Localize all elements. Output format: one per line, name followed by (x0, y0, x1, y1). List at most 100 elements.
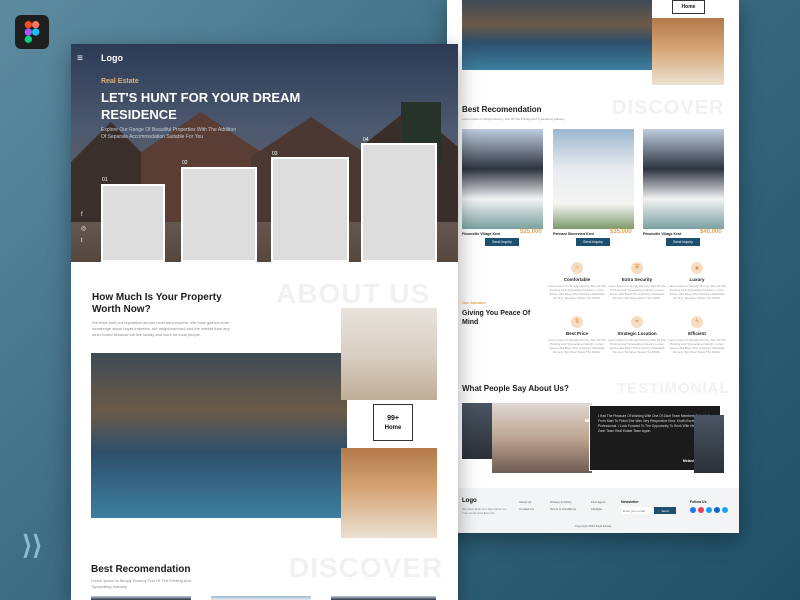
card-number-1: 01 (102, 177, 108, 183)
property-card-name-2: Pennant Stoneview Kent (553, 232, 594, 236)
feature-desc: Lorem Ipsum Is Simply Dummy Text Of The … (668, 284, 726, 300)
send-inquiry-button-2[interactable]: Send Inquiry (576, 238, 610, 246)
feature-title: Best Price (565, 331, 588, 336)
feature-strategic-location: ⌖ Strategic Location Lorem Ipsum Is Simp… (607, 316, 667, 354)
property-card-price-2: $35,000 (610, 229, 632, 235)
page-back: Home DISCOVER Best Recomendation Lorem I… (447, 0, 739, 533)
recommend-card-image-3[interactable] (331, 596, 436, 600)
copyright: Copyright 2022 Real Estate (574, 524, 612, 528)
send-inquiry-button-3[interactable]: Send Inquiry (666, 238, 700, 246)
testimonial-title: What People Say About Us? (462, 384, 569, 393)
about-living-room-image (341, 308, 437, 400)
discover-ghost-text: DISCOVER (289, 552, 444, 583)
hero-card-2[interactable] (181, 167, 257, 262)
follow-us-label: Follow Us (690, 500, 707, 504)
feature-title: Efficient (688, 331, 706, 336)
home-stat-label: Home (681, 4, 696, 10)
home-count-value: 99+ (387, 414, 399, 422)
hero-eyebrow: Real Estate (101, 78, 139, 85)
discover-ghost-text: DISCOVER (612, 97, 725, 119)
feature-best-price: $ Best Price Lorem Ipsum Is Simply Dummy… (547, 316, 607, 354)
recommend-card-image-1[interactable] (91, 596, 191, 600)
menu-icon[interactable]: ≡ (77, 53, 83, 64)
hero-subtitle: Explore Our Range Of Beautiful Propertie… (101, 127, 236, 140)
tag-icon: $ (571, 316, 583, 328)
feature-desc: Lorem Ipsum Is Simply Dummy Text Of The … (608, 338, 666, 354)
feature-title: Extra Security (621, 277, 653, 282)
facebook-icon[interactable] (690, 507, 696, 513)
dining-image (652, 18, 724, 85)
hero-card-4[interactable] (361, 143, 437, 262)
feature-title: Comfortable (563, 277, 591, 282)
feature-extra-security: ⛨ Extra Security Lorem Ipsum Is Simply D… (607, 262, 667, 300)
newsletter-send-button[interactable]: Send (654, 507, 676, 514)
hero-title: LET'S HUNT FOR YOUR DREAM RESIDENCE (101, 90, 301, 122)
logo[interactable]: Logo (101, 53, 123, 63)
feature-comfortable: ⌂ Comfortable Lorem Ipsum Is Simply Dumm… (547, 262, 607, 300)
property-card-price-1: $25,000 (520, 229, 542, 235)
footer-logo[interactable]: Logo (462, 498, 477, 504)
hero-card-3[interactable] (271, 157, 349, 262)
quote-icon: ❝ (584, 418, 590, 429)
advantage-title: Giving You Peace Of Mind (462, 310, 531, 326)
feature-title: Luxury (689, 277, 705, 282)
footer-link-privacy[interactable]: Privacy & Policy (550, 500, 572, 504)
recommend-title: Best Recomendation (91, 564, 191, 575)
feature-desc: Lorem Ipsum Is Simply Dummy Text Of The … (548, 284, 606, 300)
testimonial-person-image (492, 403, 592, 473)
footer-link-terms[interactable]: Terms & Conditions (550, 507, 576, 511)
feature-desc: Lorem Ipsum Is Simply Dummy Text Of The … (548, 338, 606, 354)
feature-desc: Lorem Ipsum Is Simply Dummy Text Of The … (608, 284, 666, 300)
hero-section: ≡ Logo Real Estate LET'S HUNT FOR YOUR D… (71, 44, 458, 262)
property-card-price-3: $40,000 (700, 229, 722, 235)
about-ghost-text: ABOUT US (276, 278, 431, 309)
property-card-image-2[interactable] (553, 129, 634, 229)
about-pool-house-image (91, 353, 347, 518)
linkedin-icon[interactable] (714, 507, 720, 513)
telegram-icon[interactable] (722, 507, 728, 513)
shield-icon: ⛨ (631, 262, 643, 274)
recommend-body: Lorem Ipsum Is Simply Dummy Text Of The … (462, 117, 566, 121)
send-inquiry-button-1[interactable]: Send Inquiry (485, 238, 519, 246)
arrow-decoration-icon: ⟩⟩ (22, 530, 43, 560)
twitter-icon[interactable] (706, 507, 712, 513)
card-number-2: 02 (182, 160, 188, 166)
instagram-icon[interactable]: ◎ (81, 225, 86, 232)
hero-card-1[interactable] (101, 184, 165, 262)
recommend-title: Best Recomendation (462, 105, 542, 114)
facebook-icon[interactable]: f (81, 212, 83, 218)
pin-icon: ⌖ (631, 316, 643, 328)
about-dining-image (341, 448, 437, 538)
bolt-icon: ϟ (691, 316, 703, 328)
recommend-card-image-2[interactable] (211, 596, 311, 600)
pool-image (462, 0, 652, 70)
figma-icon (15, 15, 49, 49)
feature-title: Strategic Location (617, 331, 657, 336)
testimonial-side-image-left (462, 403, 492, 459)
home-icon: ⌂ (571, 262, 583, 274)
feature-luxury: ★ Luxury Lorem Ipsum Is Simply Dummy Tex… (667, 262, 727, 300)
feature-grid: ⌂ Comfortable Lorem Ipsum Is Simply Dumm… (547, 262, 727, 372)
footer-link-lifestyle[interactable]: Lifestyle (591, 507, 602, 511)
advantage-eyebrow: Our Advante (462, 300, 486, 305)
testimonial-side-image-right (694, 415, 724, 473)
star-icon: ★ (691, 262, 703, 274)
home-count-label: Home (384, 424, 402, 431)
social-icons (690, 507, 728, 513)
page-front: ≡ Logo Real Estate LET'S HUNT FOR YOUR D… (71, 44, 458, 600)
twitter-icon[interactable]: t (81, 238, 83, 244)
footer-link-contact[interactable]: Contact Us (519, 507, 534, 511)
feature-efficient: ϟ Efficient Lorem Ipsum Is Simply Dummy … (667, 316, 727, 354)
property-card-name-3: Pleumville Village Kent (643, 232, 682, 236)
property-card-image-1[interactable] (462, 129, 543, 229)
footer-link-about[interactable]: About Us (519, 500, 531, 504)
footer: Logo We Have Built Our Reputation As Tru… (447, 488, 739, 533)
newsletter-email-input[interactable] (621, 507, 653, 514)
home-stat-box: Home (672, 0, 705, 14)
property-card-image-3[interactable] (643, 129, 724, 229)
instagram-icon[interactable] (698, 507, 704, 513)
testimonial-ghost-text: TESTIMONIAL (617, 380, 730, 397)
about-body: We have built our reputation as true loc… (92, 320, 230, 337)
about-title: How Much Is Your Property Worth Now? (92, 292, 222, 315)
footer-link-find-agent[interactable]: Find Agent (591, 500, 605, 504)
